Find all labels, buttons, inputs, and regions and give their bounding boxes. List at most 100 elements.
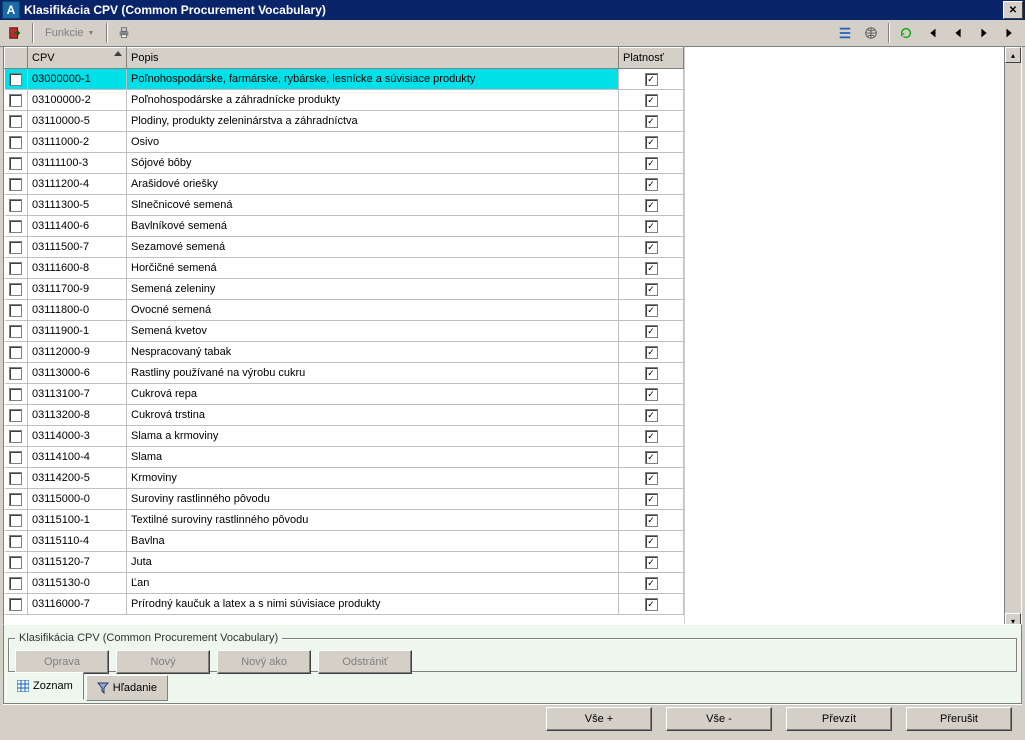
row-select-checkbox[interactable] [5, 594, 28, 615]
table-row[interactable]: 03111000-2Osivo✓ [5, 132, 684, 153]
table-row[interactable]: 03114200-5Krmoviny✓ [5, 468, 684, 489]
checkbox-icon[interactable]: ✓ [645, 73, 658, 86]
col-select[interactable] [5, 48, 28, 69]
cell-platnost[interactable]: ✓ [619, 489, 684, 510]
table-row[interactable]: 03000000-1Poľnohospodárske, farmárske, r… [5, 69, 684, 90]
row-select-checkbox[interactable] [5, 111, 28, 132]
scroll-up-icon[interactable]: ▴ [1005, 47, 1021, 63]
table-row[interactable]: 03115000-0Suroviny rastlinného pôvodu✓ [5, 489, 684, 510]
cell-popis[interactable]: Textilné suroviny rastlinného pôvodu [127, 510, 619, 531]
table-row[interactable]: 03111700-9Semená zeleniny✓ [5, 279, 684, 300]
cell-cpv[interactable]: 03115110-4 [28, 531, 127, 552]
cell-platnost[interactable]: ✓ [619, 258, 684, 279]
checkbox-icon[interactable] [9, 514, 22, 527]
checkbox-icon[interactable]: ✓ [645, 493, 658, 506]
cell-platnost[interactable]: ✓ [619, 90, 684, 111]
checkbox-icon[interactable]: ✓ [645, 136, 658, 149]
cell-cpv[interactable]: 03111400-6 [28, 216, 127, 237]
table-row[interactable]: 03111300-5Slnečnicové semená✓ [5, 195, 684, 216]
cell-cpv[interactable]: 03111500-7 [28, 237, 127, 258]
checkbox-icon[interactable] [9, 409, 22, 422]
checkbox-icon[interactable]: ✓ [645, 220, 658, 233]
checkbox-icon[interactable] [9, 199, 22, 212]
row-select-checkbox[interactable] [5, 153, 28, 174]
cell-popis[interactable]: Krmoviny [127, 468, 619, 489]
cell-popis[interactable]: Semená kvetov [127, 321, 619, 342]
checkbox-icon[interactable]: ✓ [645, 577, 658, 590]
cell-cpv[interactable]: 03115000-0 [28, 489, 127, 510]
cell-platnost[interactable]: ✓ [619, 531, 684, 552]
table-row[interactable]: 03111900-1Semená kvetov ✓ [5, 321, 684, 342]
checkbox-icon[interactable]: ✓ [645, 367, 658, 380]
cell-cpv[interactable]: 03000000-1 [28, 69, 127, 90]
cell-cpv[interactable]: 03113000-6 [28, 363, 127, 384]
cell-cpv[interactable]: 03111900-1 [28, 321, 127, 342]
checkbox-icon[interactable]: ✓ [645, 115, 658, 128]
table-row[interactable]: 03110000-5Plodiny, produkty zeleninárstv… [5, 111, 684, 132]
row-select-checkbox[interactable] [5, 426, 28, 447]
table-row[interactable]: 03111400-6Bavlníkové semená✓ [5, 216, 684, 237]
table-row[interactable]: 03111800-0Ovocné semená✓ [5, 300, 684, 321]
checkbox-icon[interactable]: ✓ [645, 535, 658, 548]
cell-cpv[interactable]: 03100000-2 [28, 90, 127, 111]
cell-cpv[interactable]: 03114000-3 [28, 426, 127, 447]
checkbox-icon[interactable]: ✓ [645, 451, 658, 464]
table-row[interactable]: 03112000-9Nespracovaný tabak✓ [5, 342, 684, 363]
funkcie-menu[interactable]: Funkcie ▼ [39, 23, 100, 43]
cell-popis[interactable]: Cukrová repa [127, 384, 619, 405]
cell-cpv[interactable]: 03111200-4 [28, 174, 127, 195]
checkbox-icon[interactable]: ✓ [645, 94, 658, 107]
cell-cpv[interactable]: 03111800-0 [28, 300, 127, 321]
list-icon[interactable] [834, 23, 856, 43]
checkbox-icon[interactable]: ✓ [645, 388, 658, 401]
cell-cpv[interactable]: 03111100-3 [28, 153, 127, 174]
cell-popis[interactable]: Plodiny, produkty zeleninárstva a záhrad… [127, 111, 619, 132]
cell-platnost[interactable]: ✓ [619, 468, 684, 489]
checkbox-icon[interactable] [9, 136, 22, 149]
checkbox-icon[interactable] [9, 556, 22, 569]
checkbox-icon[interactable]: ✓ [645, 409, 658, 422]
row-select-checkbox[interactable] [5, 510, 28, 531]
checkbox-icon[interactable] [9, 493, 22, 506]
prevzit-button[interactable]: Převzít [786, 707, 892, 731]
row-select-checkbox[interactable] [5, 174, 28, 195]
cell-cpv[interactable]: 03115100-1 [28, 510, 127, 531]
cell-cpv[interactable]: 03115130-0 [28, 573, 127, 594]
cell-platnost[interactable]: ✓ [619, 384, 684, 405]
cell-platnost[interactable]: ✓ [619, 447, 684, 468]
table-row[interactable]: 03114100-4Slama✓ [5, 447, 684, 468]
cell-cpv[interactable]: 03111600-8 [28, 258, 127, 279]
checkbox-icon[interactable]: ✓ [645, 514, 658, 527]
table-row[interactable]: 03115130-0Ľan✓ [5, 573, 684, 594]
checkbox-icon[interactable] [9, 388, 22, 401]
checkbox-icon[interactable]: ✓ [645, 283, 658, 296]
cpv-grid[interactable]: CPV Popis Platnosť 03000000-1Poľnohospod… [4, 47, 684, 615]
cell-platnost[interactable]: ✓ [619, 594, 684, 615]
cell-platnost[interactable]: ✓ [619, 300, 684, 321]
table-row[interactable]: 03113100-7Cukrová repa✓ [5, 384, 684, 405]
checkbox-icon[interactable] [9, 472, 22, 485]
cell-cpv[interactable]: 03111300-5 [28, 195, 127, 216]
cell-platnost[interactable]: ✓ [619, 405, 684, 426]
cell-platnost[interactable]: ✓ [619, 342, 684, 363]
cell-platnost[interactable]: ✓ [619, 279, 684, 300]
row-select-checkbox[interactable] [5, 405, 28, 426]
cell-popis[interactable]: Juta [127, 552, 619, 573]
checkbox-icon[interactable] [9, 262, 22, 275]
checkbox-icon[interactable] [9, 178, 22, 191]
oprava-button[interactable]: Oprava [15, 650, 109, 674]
checkbox-icon[interactable] [9, 346, 22, 359]
checkbox-icon[interactable]: ✓ [645, 346, 658, 359]
table-row[interactable]: 03115110-4Bavlna✓ [5, 531, 684, 552]
row-select-checkbox[interactable] [5, 573, 28, 594]
checkbox-icon[interactable]: ✓ [645, 325, 658, 338]
checkbox-icon[interactable] [9, 598, 22, 611]
cell-platnost[interactable]: ✓ [619, 321, 684, 342]
row-select-checkbox[interactable] [5, 468, 28, 489]
col-popis[interactable]: Popis [127, 48, 619, 69]
exit-icon[interactable] [4, 23, 26, 43]
table-row[interactable]: 03114000-3Slama a krmoviny✓ [5, 426, 684, 447]
checkbox-icon[interactable] [9, 451, 22, 464]
row-select-checkbox[interactable] [5, 447, 28, 468]
cell-platnost[interactable]: ✓ [619, 510, 684, 531]
